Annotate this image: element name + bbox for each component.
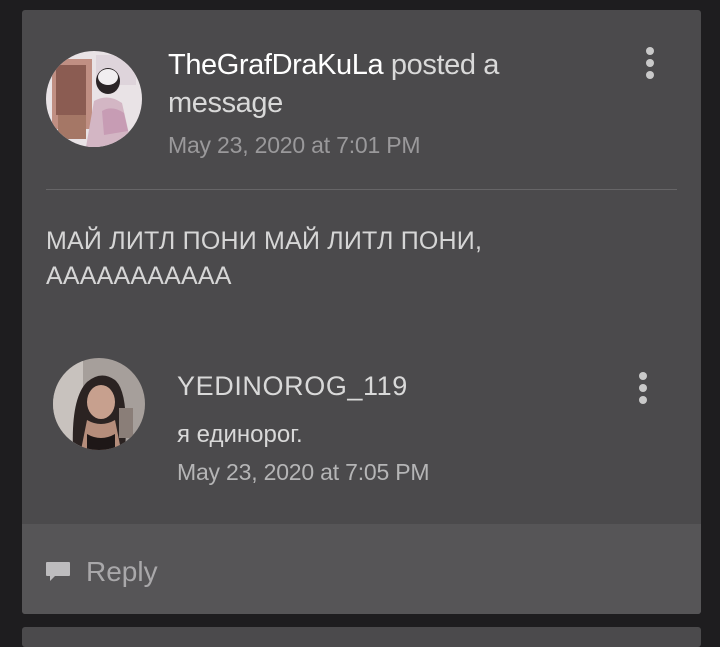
reply-button[interactable]: Reply (45, 554, 158, 590)
more-vertical-icon[interactable] (630, 366, 656, 410)
post-author-name[interactable]: TheGrafDraKuLa (168, 49, 384, 81)
avatar-image (46, 51, 142, 147)
menu-dot (646, 59, 654, 67)
avatar-image (53, 358, 145, 450)
menu-dot (646, 71, 654, 79)
comment-author-name[interactable]: YEDINOROG_119 (177, 371, 408, 402)
comment-text: я единорог. (177, 421, 303, 448)
comment-timestamp: May 23, 2020 at 7:05 PM (177, 459, 430, 485)
menu-dot (639, 396, 647, 404)
post-timestamp: May 23, 2020 at 7:01 PM (168, 132, 421, 158)
post-card: TheGrafDraKuLa posted a message May 23, … (22, 10, 701, 614)
divider (46, 189, 677, 190)
menu-dot (639, 384, 647, 392)
comment-bubble-icon (46, 562, 70, 581)
menu-dot (639, 372, 647, 380)
post-author-avatar[interactable] (46, 51, 142, 147)
menu-dot (646, 47, 654, 55)
next-card-edge (22, 627, 701, 647)
reply-label: Reply (86, 556, 158, 587)
reply-bar: Reply (22, 524, 701, 614)
post-body-text: МАЙ ЛИТЛ ПОНИ МАЙ ЛИТЛ ПОНИ, ААААААААААА (46, 227, 483, 290)
post-header: TheGrafDraKuLa posted a message (168, 46, 588, 122)
comment-author-avatar[interactable] (53, 358, 145, 450)
more-vertical-icon[interactable] (637, 41, 663, 85)
